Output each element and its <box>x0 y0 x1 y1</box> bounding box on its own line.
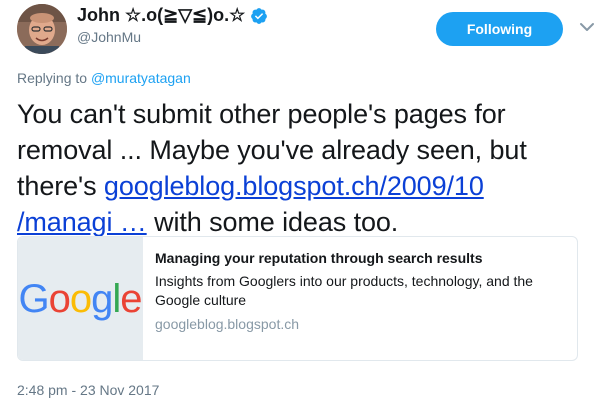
replying-prefix: Replying to <box>17 70 91 86</box>
verified-badge-icon <box>251 7 268 24</box>
following-button[interactable]: Following <box>436 12 563 46</box>
tweet-link-part2[interactable]: /managi … <box>17 207 147 237</box>
card-body: Managing your reputation through search … <box>155 249 565 334</box>
author-handle[interactable]: @JohnMu <box>77 29 268 45</box>
avatar-photo-icon <box>17 4 67 54</box>
google-logo-icon: Google <box>18 277 142 321</box>
card-description: Insights from Googlers into our products… <box>155 273 533 308</box>
link-preview-card[interactable]: Google Managing your reputation through … <box>17 236 578 361</box>
card-domain: googleblog.blogspot.ch <box>155 316 300 332</box>
chevron-down-icon[interactable] <box>578 18 596 36</box>
tweet-timestamp[interactable]: 2:48 pm - 23 Nov 2017 <box>17 382 159 398</box>
svg-text:Google: Google <box>18 277 141 321</box>
reply-mention-link[interactable]: @muratyatagan <box>91 70 191 86</box>
avatar[interactable] <box>17 4 67 54</box>
author-names: John ☆.o(≧▽≦)o.☆ @JohnMu <box>77 5 268 45</box>
tweet-text: You can't submit other people's pages fo… <box>17 96 587 240</box>
tweet-header: John ☆.o(≧▽≦)o.☆ @JohnMu Following <box>17 0 597 60</box>
card-title[interactable]: Managing your reputation through search … <box>155 249 565 268</box>
card-thumbnail: Google <box>18 237 143 360</box>
display-name-row[interactable]: John ☆.o(≧▽≦)o.☆ <box>77 5 268 26</box>
display-name[interactable]: John ☆.o(≧▽≦)o.☆ <box>77 5 245 26</box>
replying-to: Replying to @muratyatagan <box>17 70 191 86</box>
tweet-link-part1[interactable]: googleblog.blogspot.ch/2009/10 <box>104 171 484 201</box>
tweet-text-after: with some ideas too. <box>146 207 399 237</box>
